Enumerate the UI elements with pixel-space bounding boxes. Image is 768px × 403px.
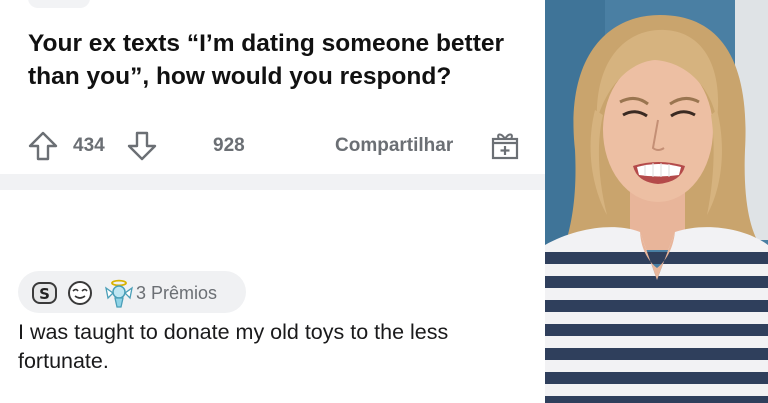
silver-award-icon: S (32, 282, 57, 304)
wholesome-face-icon (68, 281, 92, 305)
awards-count-label: 3 Prêmios (136, 283, 218, 303)
share-button[interactable]: Compartilhar (335, 135, 453, 157)
gift-award-icon[interactable] (489, 129, 521, 161)
reddit-post-screenshot: Your ex texts “I’m dating someone better… (0, 0, 545, 403)
comment-awards-pill[interactable]: S 3 Prêmios (18, 271, 246, 313)
post-action-bar: 434 928 Compartilhar (28, 128, 528, 164)
comments-count[interactable]: 928 (213, 135, 245, 157)
upvote-arrow-icon[interactable] (28, 131, 58, 161)
woman-grimace-illustration (545, 0, 768, 403)
downvote-arrow-icon[interactable] (127, 131, 157, 161)
section-divider (0, 174, 545, 190)
upvote-count: 434 (73, 135, 105, 156)
reaction-photo (545, 0, 768, 403)
post-title[interactable]: Your ex texts “I’m dating someone better… (28, 27, 528, 93)
svg-text:S: S (39, 285, 50, 303)
previous-item-chip (28, 0, 90, 8)
angel-award-icon (105, 279, 133, 308)
comment-body: I was taught to donate my old toys to th… (18, 320, 449, 373)
